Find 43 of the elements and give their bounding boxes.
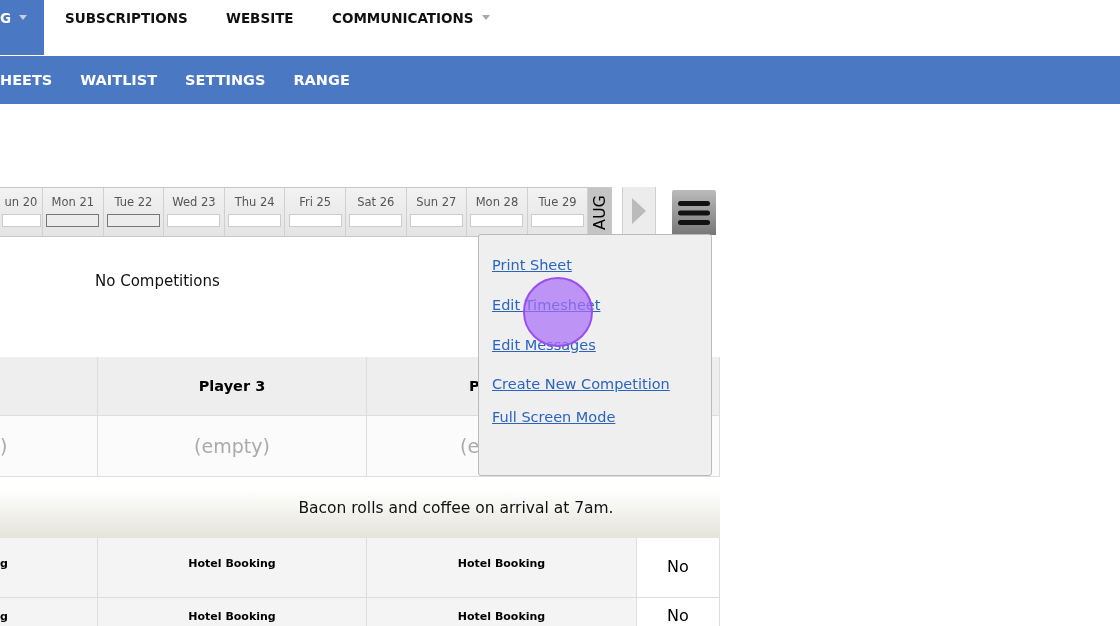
table-cell: Hotel Booking: [367, 598, 637, 626]
table-cell: Hotel Booking: [98, 538, 367, 598]
nav-link[interactable]: RANGE: [293, 72, 350, 88]
status-text: No Competitions: [95, 272, 220, 290]
month-tab[interactable]: AUG: [588, 188, 612, 236]
message-text: Bacon rolls and coffee on arrival at 7am.: [298, 498, 614, 517]
day-label[interactable]: Mon 21: [51, 195, 95, 209]
table-cell: Hotel Booking: [98, 598, 367, 626]
day-label[interactable]: Fri 25: [299, 195, 332, 209]
table-cell: Hotel Booking: [367, 538, 637, 598]
day-label[interactable]: Mon 28: [475, 195, 519, 209]
day-label[interactable]: un 20: [4, 195, 38, 209]
menu-link[interactable]: Print Sheet: [492, 257, 572, 273]
day-slot[interactable]: [167, 214, 221, 227]
day-label[interactable]: Thu 24: [234, 195, 275, 209]
day-slot[interactable]: [228, 214, 282, 227]
day-label[interactable]: Tue 29: [538, 195, 577, 209]
day-slot[interactable]: [409, 214, 463, 227]
column-header: Player 3: [98, 357, 367, 416]
table-cell: (empty): [98, 416, 367, 476]
table-cell: No: [637, 538, 720, 598]
table-cell: g: [0, 598, 98, 626]
day-slot[interactable]: [531, 214, 585, 227]
day-slot[interactable]: [470, 214, 524, 227]
day-slot[interactable]: [349, 214, 403, 227]
nav-tab[interactable]: G: [0, 0, 44, 55]
chevron-right-icon: [632, 198, 647, 224]
table-cell: ): [0, 416, 98, 476]
nav-link[interactable]: HEETS: [0, 72, 53, 88]
day-label[interactable]: Wed 23: [172, 195, 216, 209]
day-slot[interactable]: [106, 214, 160, 227]
menu-button[interactable]: [672, 190, 717, 235]
day-slot[interactable]: [46, 214, 100, 227]
next-button[interactable]: [622, 187, 657, 236]
day-slot[interactable]: [288, 214, 342, 227]
day-label[interactable]: Tue 22: [114, 195, 153, 209]
nav-link[interactable]: WAITLIST: [80, 72, 158, 88]
menu-icon: [678, 199, 711, 226]
nav-link[interactable]: SETTINGS: [185, 72, 266, 88]
day-label[interactable]: Sun 27: [416, 195, 457, 209]
day-slot[interactable]: [1, 214, 41, 227]
day-label[interactable]: Sat 26: [357, 195, 395, 209]
table-cell: g: [0, 538, 98, 598]
